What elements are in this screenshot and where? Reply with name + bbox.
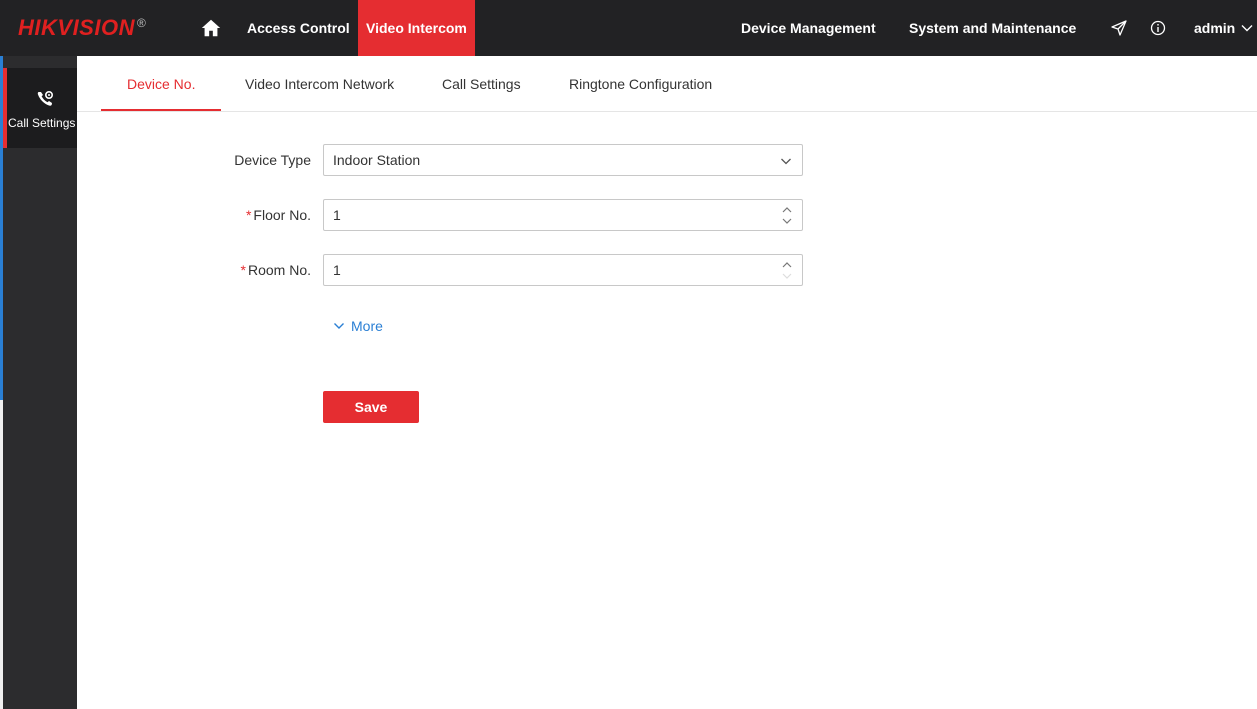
- room-no-label: * Room No.: [240, 262, 311, 278]
- nav-access-control[interactable]: Access Control: [239, 0, 358, 56]
- floor-no-label: * Floor No.: [245, 207, 311, 223]
- device-type-select[interactable]: Indoor Station: [323, 144, 803, 176]
- user-menu[interactable]: admin: [1194, 0, 1253, 56]
- nav-device-management[interactable]: Device Management: [733, 0, 884, 56]
- send-icon[interactable]: [1108, 17, 1130, 39]
- device-type-label: Device Type: [234, 152, 311, 168]
- chevron-down-icon: [1241, 25, 1253, 32]
- room-no-field[interactable]: [323, 254, 803, 286]
- tab-call-settings[interactable]: Call Settings: [442, 56, 521, 112]
- save-button[interactable]: Save: [323, 391, 419, 423]
- tab-ringtone-configuration[interactable]: Ringtone Configuration: [569, 56, 712, 112]
- room-no-input[interactable]: [325, 256, 765, 284]
- required-mark: *: [245, 207, 252, 223]
- floor-no-stepper[interactable]: [781, 204, 793, 228]
- tab-video-intercom-network[interactable]: Video Intercom Network: [245, 56, 394, 112]
- top-bar: HIK VISION ® Access Control Video Intercom…: [0, 0, 1257, 56]
- nav-system-maintenance[interactable]: System and Maintenance: [901, 0, 1084, 56]
- chevron-down-icon[interactable]: [781, 216, 793, 226]
- home-icon[interactable]: [197, 14, 225, 42]
- hikvision-logo: HIK VISION ®: [18, 14, 146, 42]
- info-icon[interactable]: [1147, 17, 1169, 39]
- chevron-up-icon[interactable]: [781, 205, 793, 215]
- logo-text-vision: VISION: [57, 15, 135, 40]
- logo-registered-mark: ®: [136, 16, 146, 30]
- sidebar-item-call-settings[interactable]: Call Settings: [3, 68, 77, 148]
- device-type-value: Indoor Station: [333, 152, 421, 168]
- active-tab-indicator: [101, 109, 221, 111]
- chevron-down-icon[interactable]: [781, 271, 793, 281]
- more-label: More: [351, 318, 383, 334]
- user-name: admin: [1194, 20, 1236, 36]
- chevron-down-icon: [781, 158, 791, 165]
- sidebar-item-label: Call Settings: [8, 116, 76, 130]
- tab-device-no[interactable]: Device No.: [127, 56, 195, 112]
- nav-video-intercom[interactable]: Video Intercom: [358, 0, 475, 56]
- chevron-up-icon[interactable]: [781, 260, 793, 270]
- floor-no-input[interactable]: [325, 201, 765, 229]
- required-mark: *: [240, 262, 246, 278]
- room-no-stepper[interactable]: [781, 259, 793, 283]
- phone-settings-icon: [37, 90, 54, 106]
- chevron-down-icon: [334, 323, 344, 329]
- logo-text-hik: HIK: [18, 15, 58, 40]
- sidebar: Call Settings: [3, 56, 77, 709]
- floor-no-field[interactable]: [323, 199, 803, 231]
- more-toggle[interactable]: More: [333, 318, 383, 334]
- tab-bar: Device No. Video Intercom Network Call S…: [77, 56, 1257, 112]
